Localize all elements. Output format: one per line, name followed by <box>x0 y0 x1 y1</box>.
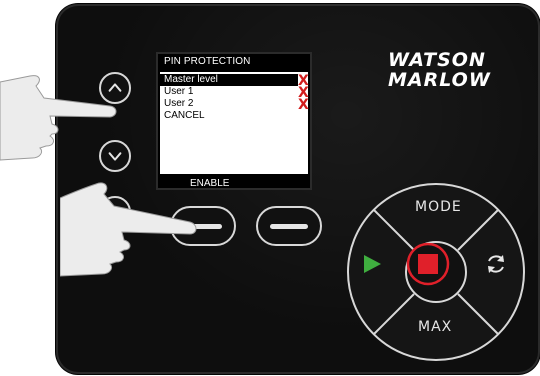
logo-line-2: MARLOW <box>388 69 491 91</box>
menu-list: Master level User 1 User 2 CANCEL X X X <box>160 72 309 174</box>
play-icon[interactable] <box>360 252 384 276</box>
pointing-hand-upper <box>0 75 117 161</box>
menu-item-user-1[interactable]: User 1 <box>164 86 193 98</box>
softkey-right-bar <box>270 223 308 229</box>
lcd-screen: PIN PROTECTION Master level User 1 User … <box>156 52 312 190</box>
screen-title: PIN PROTECTION <box>164 56 251 67</box>
watson-marlow-logo: WATSON MARLOW <box>388 50 491 90</box>
menu-item-cancel[interactable]: CANCEL <box>164 110 205 122</box>
stop-icon <box>418 254 438 274</box>
mode-button[interactable] <box>376 180 496 234</box>
stop-button[interactable] <box>406 242 450 286</box>
pointing-hand-lower <box>60 182 197 277</box>
softkey-right-button[interactable] <box>256 206 322 246</box>
menu-item-master-level[interactable]: Master level <box>160 74 298 86</box>
menu-item-user-2[interactable]: User 2 <box>164 98 193 110</box>
status-x-user-2: X <box>298 97 309 113</box>
refresh-icon[interactable] <box>484 252 508 276</box>
max-button[interactable] <box>376 312 496 362</box>
logo-line-1: WATSON <box>388 49 486 71</box>
